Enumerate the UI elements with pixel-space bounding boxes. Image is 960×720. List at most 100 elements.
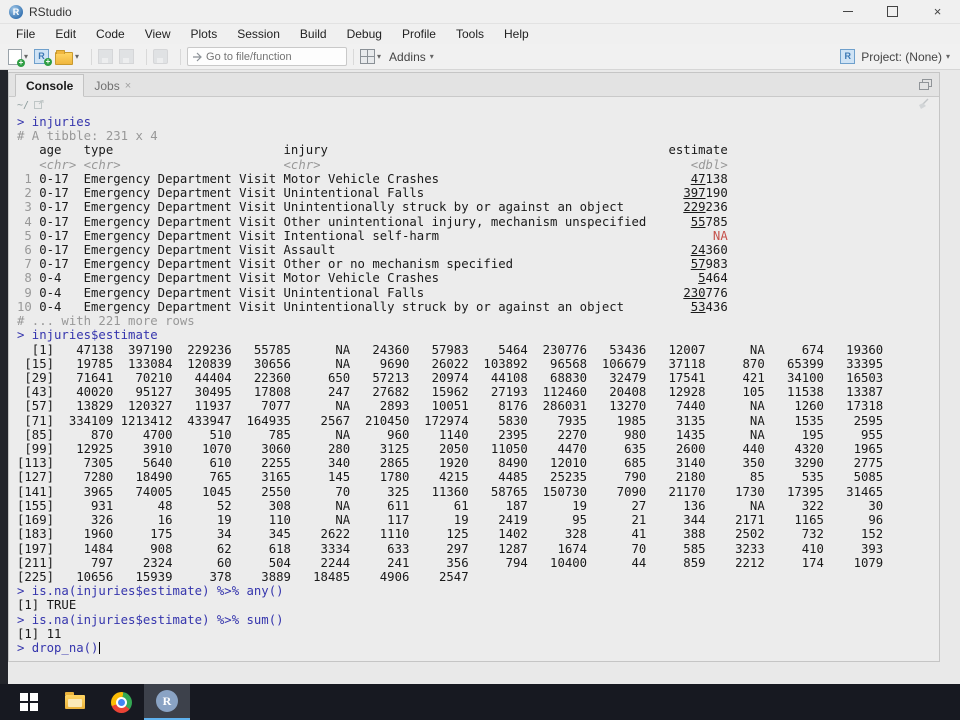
console-line: 1 0-17 Emergency Department Visit Motor … <box>17 171 728 186</box>
open-folder-icon <box>55 49 74 65</box>
project-label: Project: (None) <box>861 49 942 64</box>
menu-help[interactable]: Help <box>494 25 539 43</box>
restore-button[interactable] <box>870 0 915 23</box>
console-line: > drop_na() <box>17 641 101 656</box>
menu-plots[interactable]: Plots <box>181 25 228 43</box>
console-line: [169] 326 16 19 110 NA 117 19 2419 95 21… <box>17 513 884 528</box>
new-project-button[interactable]: R + <box>34 49 53 66</box>
console-line: [197] 1484 908 62 618 3334 633 297 1287 … <box>17 541 884 556</box>
title-bar: R RStudio × <box>0 0 960 24</box>
menu-file[interactable]: File <box>6 25 45 43</box>
close-icon: × <box>933 4 942 19</box>
console-line: 4 0-17 Emergency Department Visit Other … <box>17 214 728 229</box>
clear-console-icon[interactable] <box>917 98 931 113</box>
menu-code[interactable]: Code <box>86 25 135 43</box>
new-file-button[interactable]: + ▾ <box>8 48 29 67</box>
tab-console[interactable]: Console <box>15 74 85 97</box>
main-toolbar: + ▾ R+ ▾ ▾ Addins <box>0 44 960 70</box>
console-output[interactable]: > injuries # A tibble: 231 x 4 age type i… <box>9 114 939 663</box>
console-line: 5 0-17 Emergency Department Visit Intent… <box>17 228 728 243</box>
console-line: 8 0-4 Emergency Department Visit Motor V… <box>17 271 728 286</box>
console-line: [57] 13829 120327 11937 7077 NA 2893 100… <box>17 399 884 414</box>
menu-build[interactable]: Build <box>290 25 337 43</box>
console-line: 9 0-4 Emergency Department Visit Uninten… <box>17 285 728 300</box>
text-cursor <box>99 642 101 655</box>
chevron-down-icon: ▾ <box>945 52 950 61</box>
toolbar-separator <box>180 48 182 65</box>
console-line: # A tibble: 231 x 4 <box>17 129 158 144</box>
print-button[interactable] <box>153 49 169 64</box>
console-line: [99] 12925 3910 1070 3060 280 3125 2050 … <box>17 442 884 457</box>
tab-jobs[interactable]: Jobs × <box>84 75 141 96</box>
addins-menu[interactable]: Addins ▾ <box>387 50 434 64</box>
rstudio-icon: R <box>156 690 178 712</box>
new-file-icon: + <box>8 48 25 67</box>
save-icon <box>98 49 114 64</box>
chevron-down-icon: ▾ <box>24 52 29 61</box>
window-title: RStudio <box>29 4 72 19</box>
chrome-button[interactable] <box>98 684 144 720</box>
start-button[interactable] <box>6 684 52 720</box>
file-explorer-button[interactable] <box>52 684 98 720</box>
goto-file-search[interactable] <box>187 47 348 66</box>
console-line: # ... with 221 more rows <box>17 314 195 329</box>
open-file-button[interactable]: ▾ <box>55 49 79 65</box>
save-all-icon <box>119 49 135 64</box>
toolbar-separator <box>353 48 355 65</box>
save-all-button[interactable] <box>119 49 135 64</box>
menu-debug[interactable]: Debug <box>337 25 392 43</box>
minimize-button[interactable] <box>825 0 870 23</box>
console-tabstrip: Console Jobs × <box>9 73 939 97</box>
console-line: age type injury estimate <box>17 143 728 158</box>
console-line: 3 0-17 Emergency Department Visit Uninte… <box>17 200 728 215</box>
console-line: [1] 47138 397190 229236 55785 NA 24360 5… <box>17 342 884 357</box>
console-line: [29] 71641 70210 44404 22360 650 57213 2… <box>17 370 884 385</box>
menu-view[interactable]: View <box>135 25 181 43</box>
console-line: [43] 40020 95127 30495 17808 247 27682 1… <box>17 385 884 400</box>
rstudio-taskbar-button[interactable]: R <box>144 684 190 720</box>
project-cube-icon: R <box>840 49 856 64</box>
save-button[interactable] <box>98 49 114 64</box>
project-menu[interactable]: R Project: (None) ▾ <box>840 49 950 64</box>
menu-bar: File Edit Code View Plots Session Build Debug Pr… <box>0 24 960 44</box>
window-footer <box>8 662 960 684</box>
restore-icon <box>887 3 901 17</box>
tab-label: Console <box>26 78 74 93</box>
menu-profile[interactable]: Profile <box>392 25 446 43</box>
windows-logo-icon <box>20 693 38 711</box>
console-line: [183] 1960 175 34 345 2622 1110 125 1402… <box>17 527 884 542</box>
console-line: > is.na(injuries$estimate) %>% any() <box>17 584 284 599</box>
print-icon <box>153 49 169 64</box>
console-line: [155] 931 48 52 308 NA 611 61 187 19 27 … <box>17 498 884 513</box>
rstudio-logo-icon: R <box>9 4 23 19</box>
taskbar: R <box>0 684 960 720</box>
goto-file-input[interactable] <box>204 49 334 64</box>
console-line: 6 0-17 Emergency Department Visit Assaul… <box>17 242 728 257</box>
tab-label: Jobs <box>94 78 120 93</box>
close-button[interactable]: × <box>915 0 960 23</box>
close-tab-icon[interactable]: × <box>125 80 131 92</box>
minimize-icon <box>842 11 853 12</box>
menu-session[interactable]: Session <box>227 25 290 43</box>
console-line: [211] 797 2324 60 504 2244 241 356 794 1… <box>17 555 884 570</box>
desktop-edge <box>0 70 8 684</box>
panes-grid-icon <box>360 49 376 64</box>
folder-icon <box>65 692 85 709</box>
rstudio-window: R RStudio × File Edit Code View Plots Session… <box>0 0 960 684</box>
chrome-icon <box>110 691 132 713</box>
menu-edit[interactable]: Edit <box>45 25 86 43</box>
console-line: [225] 10656 15939 378 3889 18485 4906 25… <box>17 570 469 584</box>
goto-arrow-icon <box>193 52 202 61</box>
console-line: [85] 870 4700 510 785 NA 960 1140 2395 2… <box>17 427 884 442</box>
toolbar-separator <box>91 48 93 65</box>
menu-tools[interactable]: Tools <box>446 25 494 43</box>
working-directory[interactable]: ~/ <box>17 100 29 111</box>
chevron-down-icon: ▾ <box>429 52 434 61</box>
console-line: [15] 19785 133084 120839 30656 NA 9690 2… <box>17 356 884 371</box>
console-line: <chr> <chr> <chr> <dbl> <box>17 157 728 172</box>
console-line: [1] TRUE <box>17 598 77 613</box>
maximize-pane-button[interactable] <box>919 78 932 96</box>
pane-layout-button[interactable]: ▾ <box>360 49 381 64</box>
popout-icon[interactable] <box>34 99 44 112</box>
console-line: > injuries <box>17 115 92 129</box>
